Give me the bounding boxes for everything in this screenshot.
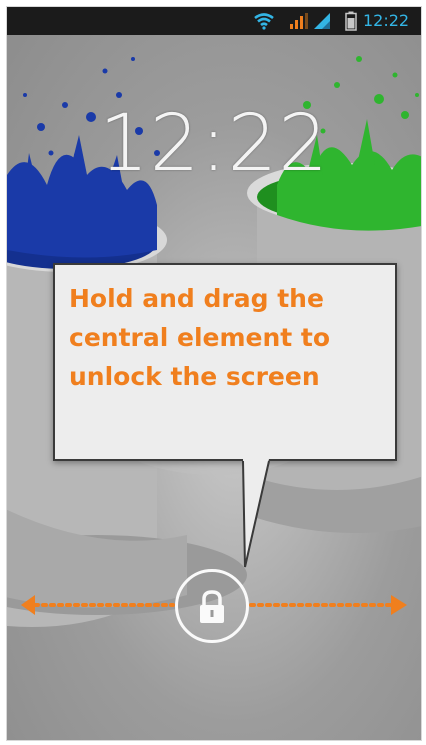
signal-icon [290,13,308,29]
unlock-hint-callout: Hold and drag the central element to unl… [53,263,397,461]
unlock-handle[interactable] [175,569,249,643]
unlock-slider[interactable] [7,565,421,645]
arrow-left-icon [21,595,35,615]
lock-icon [200,590,224,623]
wallpaper: 12:22 Hold and drag the central element … [7,35,421,740]
battery-icon [345,11,357,31]
status-bar: 12:22 [7,7,421,35]
signal-icon [314,13,330,29]
arrow-right-icon [391,595,407,615]
lockscreen-clock: 12:22 [99,99,329,189]
unlock-hint-text: Hold and drag the central element to unl… [69,284,331,391]
status-time: 12:22 [363,11,410,30]
wifi-icon [254,13,274,30]
phone-screen: 12:22 12:22 Hold and drag the central el… [6,6,422,741]
